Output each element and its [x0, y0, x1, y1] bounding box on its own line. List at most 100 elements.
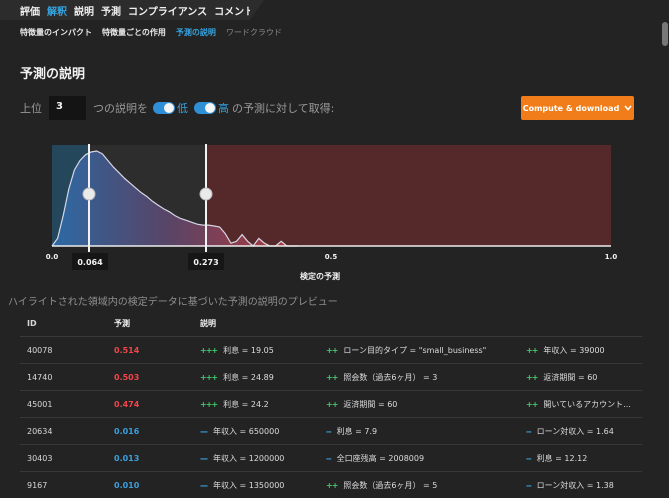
strength-indicator: ---	[200, 480, 208, 490]
row-prediction: 0.013	[114, 453, 140, 463]
low-threshold-value: 0.064	[77, 258, 103, 267]
explanation-cell: -- 利息 = 12.12	[526, 453, 642, 464]
compute-download-label: Compute & download	[522, 103, 620, 113]
strength-indicator: --	[326, 453, 332, 463]
explanation-text: 返済期間 = 60	[543, 372, 598, 382]
strength-indicator: +++	[200, 372, 218, 382]
explanation-cell: +++ 利息 = 24.2	[200, 399, 326, 410]
explanation-cell: -- 全口座残高 = 2008009	[326, 453, 526, 464]
explanation-text: 年収入 = 1200000	[212, 453, 285, 463]
row-prediction: 0.503	[114, 372, 140, 382]
high-threshold-handle[interactable]	[199, 187, 213, 201]
explanation-text: 照会数（過去6ヶ月） = 3	[343, 372, 438, 382]
table-row[interactable]: 9167 0.010 --- 年収入 = 1350000 ++ 照会数（過去6ヶ月） = …	[20, 472, 642, 498]
row-explanations: --- 年収入 = 1200000 -- 全口座残高 = 2008009 -- 利息 = …	[200, 453, 642, 464]
row-prediction: 0.016	[114, 426, 140, 436]
row-id: 40078	[27, 345, 53, 355]
page-title: 予測の説明	[20, 67, 86, 82]
header-explanation: 説明	[200, 319, 216, 328]
high-threshold-value: 0.273	[193, 258, 218, 267]
explanation-cell: ++ 照会数（過去6ヶ月） = 3	[326, 372, 526, 383]
tab-describe[interactable]: 説明	[74, 3, 94, 18]
preview-caption: ハイライトされた領域内の検定データに基づいた予測の説明のプレビュー	[8, 297, 338, 308]
subtab-feature-effects[interactable]: 特徴量ごとの作用	[102, 27, 166, 38]
header-id: ID	[27, 319, 37, 328]
tab-compliance[interactable]: コンプライアンス	[128, 3, 207, 18]
row-prediction: 0.514	[114, 345, 140, 355]
strength-indicator: ++	[526, 372, 538, 382]
low-label: 低	[177, 102, 188, 115]
explanation-text: ローン対収入 = 1.64	[536, 426, 614, 436]
row-explanations: --- 年収入 = 650000 -- 利息 = 7.9 -- ローン対収入 = 1.64	[200, 426, 642, 437]
top-label: 上位	[20, 102, 42, 115]
low-threshold-handle[interactable]	[82, 187, 96, 201]
explanation-cell: -- ローン対収入 = 1.38	[526, 480, 642, 491]
explanation-cell: ++ 開いているアカウント...	[526, 399, 642, 410]
explanations-table: ID 予測 説明 40078 0.514 +++ 利息 = 19.05 ++ ローン目的タ…	[20, 311, 642, 498]
row-explanations: --- 年収入 = 1350000 ++ 照会数（過去6ヶ月） = 5 -- ローン対収入…	[200, 480, 642, 491]
explanation-cell: ++ 返済期間 = 60	[526, 372, 642, 383]
row-id: 14740	[27, 372, 53, 382]
strength-indicator: --	[526, 453, 532, 463]
explanation-cell: --- 年収入 = 1350000	[200, 480, 326, 491]
tick-label-0: 0.0	[46, 253, 59, 261]
explanation-text: 年収入 = 1350000	[212, 480, 285, 490]
explanation-text: ローン対収入 = 1.38	[536, 480, 614, 490]
explanation-cell: ++ 照会数（過去6ヶ月） = 5	[326, 480, 526, 491]
scrollbar[interactable]	[662, 22, 668, 46]
row-id: 20634	[27, 426, 53, 436]
tab-interpret[interactable]: 解釈	[47, 3, 67, 18]
table-row[interactable]: 40078 0.514 +++ 利息 = 19.05 ++ ローン目的タイプ = "sma…	[20, 337, 642, 364]
table-row[interactable]: 20634 0.016 --- 年収入 = 650000 -- 利息 = 7.9 -- ローン…	[20, 418, 642, 445]
table-row[interactable]: 14740 0.503 +++ 利息 = 24.89 ++ 照会数（過去6ヶ月） = 3 +…	[20, 364, 642, 391]
strength-indicator: +++	[200, 399, 218, 409]
explanation-cell: ++ 返済期間 = 60	[326, 399, 526, 410]
explanation-cell: +++ 利息 = 19.05	[200, 345, 326, 356]
explanation-text: 照会数（過去6ヶ月） = 5	[343, 480, 438, 490]
compute-download-button[interactable]: Compute & download	[521, 96, 634, 120]
subtab-word-cloud[interactable]: ワードクラウド	[226, 27, 282, 38]
tab-evaluate[interactable]: 評価	[20, 3, 40, 18]
tick-label-05: 0.5	[325, 253, 338, 261]
x-axis-label: 検定の予測	[300, 271, 340, 281]
strength-indicator: ++	[326, 372, 338, 382]
explanation-cell: --- 年収入 = 650000	[200, 426, 326, 437]
explanation-text: 利息 = 19.05	[223, 345, 274, 355]
explanation-text: 年収入 = 39000	[543, 345, 605, 355]
explanation-text: ローン目的タイプ = "small_business"	[343, 345, 487, 355]
strength-indicator: +++	[200, 345, 218, 355]
table-body: 40078 0.514 +++ 利息 = 19.05 ++ ローン目的タイプ = "sma…	[20, 337, 642, 498]
tab-predict[interactable]: 予測	[101, 3, 121, 18]
strength-indicator: ++	[526, 345, 538, 355]
strength-indicator: ++	[326, 345, 338, 355]
subtab-feature-impact[interactable]: 特徴量のインパクト	[20, 27, 92, 38]
row-id: 9167	[27, 480, 48, 490]
explanation-cell: -- 利息 = 7.9	[326, 426, 526, 437]
strength-indicator: --	[326, 426, 332, 436]
explanation-count-input[interactable]: 3	[49, 96, 86, 120]
explanation-text: 全口座残高 = 2008009	[336, 453, 425, 463]
strength-indicator: ++	[326, 480, 338, 490]
row-id: 45001	[27, 399, 53, 409]
low-toggle[interactable]	[153, 102, 175, 114]
tab-comments[interactable]: コメント	[214, 3, 254, 18]
table-row[interactable]: 30403 0.013 --- 年収入 = 1200000 -- 全口座残高 = 2008…	[20, 445, 642, 472]
strength-indicator: --	[526, 480, 532, 490]
explanation-text: 利息 = 24.89	[223, 372, 274, 382]
row-prediction: 0.474	[114, 399, 140, 409]
row-id: 30403	[27, 453, 53, 463]
explanation-text: 利息 = 24.2	[223, 399, 269, 409]
strength-indicator: ---	[200, 453, 208, 463]
subtab-prediction-explanations[interactable]: 予測の説明	[176, 27, 216, 38]
explanation-cell: ++ ローン目的タイプ = "small_business"	[326, 345, 526, 356]
explanation-text: 返済期間 = 60	[343, 399, 398, 409]
top-tab-bar: 評価 解釈 説明 予測 コンプライアンス コメント	[0, 0, 264, 20]
high-toggle[interactable]	[194, 102, 216, 114]
explanation-text: 利息 = 7.9	[336, 426, 378, 436]
table-header: ID 予測 説明	[20, 311, 642, 337]
explanation-controls: 上位 3 つの説明を 低 高 の予測に対して取得:	[20, 96, 334, 120]
explanation-cell: -- ローン対収入 = 1.64	[526, 426, 642, 437]
high-label: 高	[218, 102, 229, 115]
explanation-text: 利息 = 12.12	[536, 453, 588, 463]
table-row[interactable]: 45001 0.474 +++ 利息 = 24.2 ++ 返済期間 = 60 ++ 開いている…	[20, 391, 642, 418]
